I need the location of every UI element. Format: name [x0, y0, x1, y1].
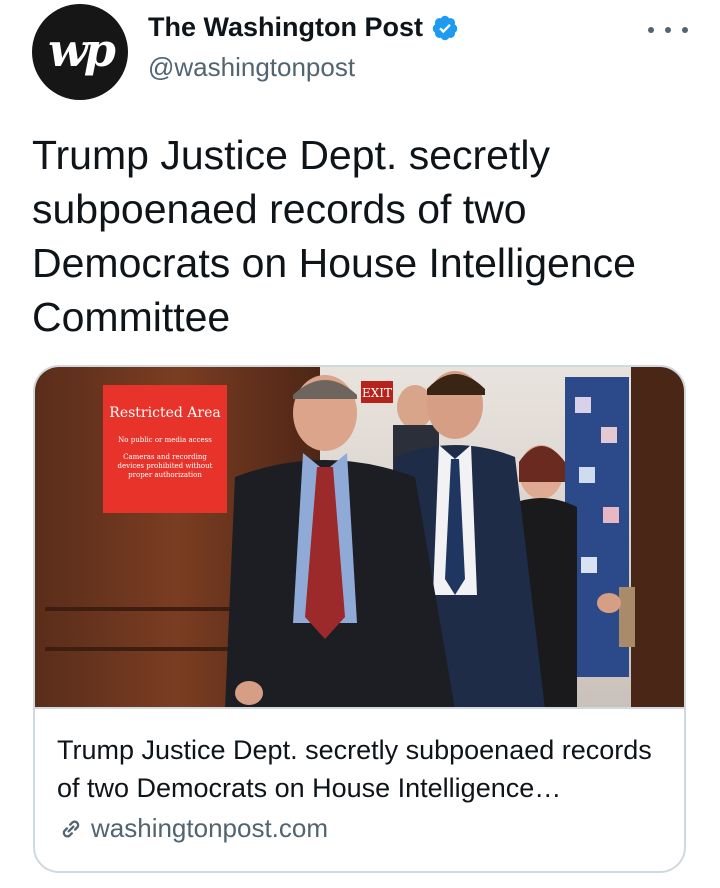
- sign-line-2: Cameras and recording: [123, 453, 207, 461]
- more-icon[interactable]: [648, 16, 688, 44]
- card-info[interactable]: Trump Justice Dept. secretly subpoenaed …: [35, 709, 684, 871]
- card-domain-row: washingtonpost.com: [57, 813, 328, 844]
- avatar-logo: wp: [48, 23, 116, 77]
- more-dot: [682, 27, 688, 33]
- more-dot: [648, 27, 654, 33]
- exit-sign: EXIT: [362, 386, 392, 400]
- card-image[interactable]: EXIT Restricted Area No public or media …: [35, 367, 684, 709]
- author-name-row: The Washington Post: [148, 12, 459, 43]
- more-dot: [665, 27, 671, 33]
- link-icon: [62, 820, 80, 837]
- sign-line-1: No public or media access: [118, 436, 212, 444]
- sign-line-3: devices prohibited without: [118, 462, 213, 470]
- author-handle[interactable]: @washingtonpost: [148, 52, 355, 83]
- link-card[interactable]: EXIT Restricted Area No public or media …: [33, 365, 686, 873]
- avatar[interactable]: wp: [32, 4, 128, 100]
- card-domain: washingtonpost.com: [91, 813, 329, 843]
- card-title: Trump Justice Dept. secretly subpoenaed …: [57, 735, 652, 803]
- author-name[interactable]: The Washington Post: [148, 12, 423, 43]
- sign-line-4: proper authorization: [128, 471, 202, 479]
- verified-badge-icon: [432, 15, 458, 40]
- tweet-text: Trump Justice Dept. secretly subpoenaed …: [32, 132, 636, 340]
- card-photo: EXIT Restricted Area No public or media …: [35, 367, 684, 707]
- sign-title: Restricted Area: [109, 405, 220, 421]
